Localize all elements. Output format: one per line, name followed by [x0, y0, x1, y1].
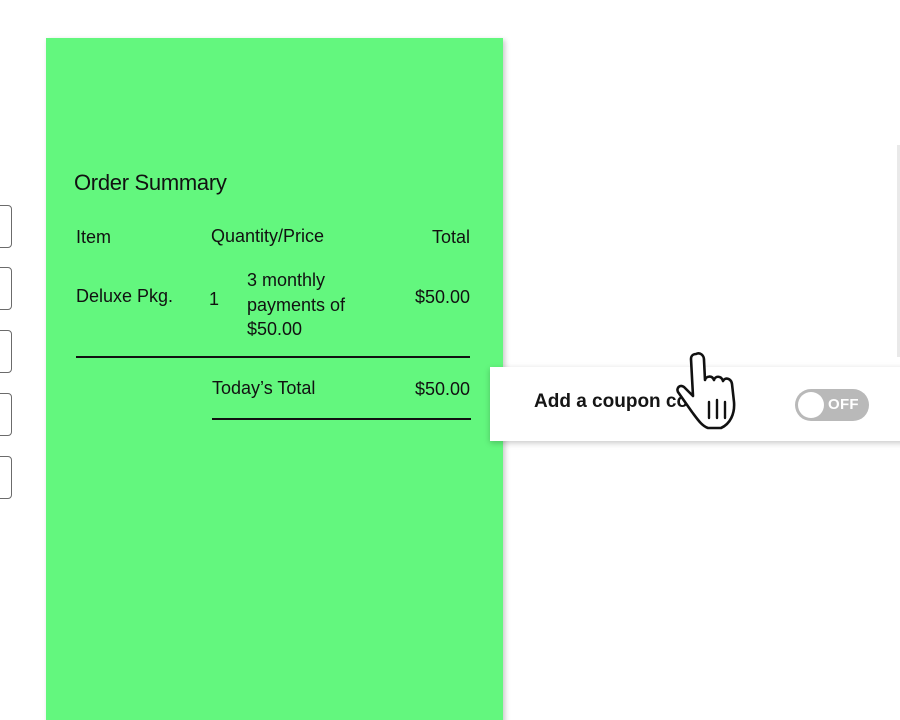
column-header-total: Total — [431, 227, 470, 247]
form-field-partial[interactable] — [0, 330, 12, 373]
line-item-quantity: 1 — [209, 289, 220, 309]
coupon-label: Add a coupon code — [534, 391, 711, 412]
checkout-screen: Order Summary Item Quantity/Price Total … — [0, 0, 900, 720]
todays-total-value: $50.00 — [414, 379, 470, 399]
coupon-row: Add a coupon code OFF — [490, 367, 900, 441]
column-header-quantity-price: Quantity/Price — [211, 226, 325, 246]
order-summary-panel: Order Summary Item Quantity/Price Total … — [46, 38, 503, 720]
form-field-partial[interactable] — [0, 205, 12, 248]
line-item-payment-terms: 3 monthly payments of $50.00 — [247, 270, 346, 339]
form-field-partial[interactable] — [0, 267, 12, 310]
form-field-partial[interactable] — [0, 393, 12, 436]
toggle-state-label: OFF — [828, 396, 859, 413]
form-field-partial[interactable] — [0, 456, 12, 499]
toggle-knob — [798, 392, 824, 418]
divider — [212, 418, 471, 420]
coupon-toggle[interactable]: OFF — [795, 389, 869, 421]
line-item-total: $50.00 — [414, 287, 470, 307]
order-summary-title: Order Summary — [74, 170, 227, 195]
divider — [76, 356, 470, 358]
column-header-item: Item — [76, 227, 112, 247]
todays-total-label: Today’s Total — [212, 378, 316, 398]
line-item-name: Deluxe Pkg. — [76, 286, 174, 306]
